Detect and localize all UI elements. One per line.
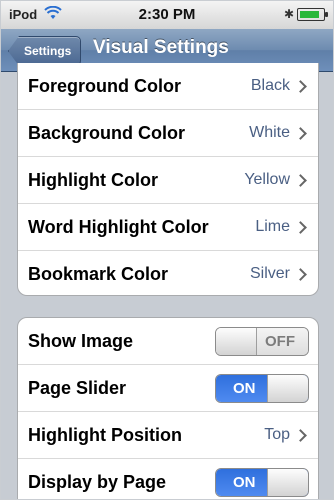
row-value: Silver bbox=[249, 265, 290, 282]
row-value: Lime bbox=[255, 218, 290, 235]
show-image-toggle[interactable]: OFF bbox=[215, 326, 309, 356]
battery-icon bbox=[297, 8, 328, 21]
chevron-right-icon bbox=[294, 220, 307, 234]
row-label: Word Highlight Color bbox=[28, 216, 209, 237]
row-label: Foreground Color bbox=[28, 75, 181, 96]
display-by-page-toggle[interactable]: ON bbox=[215, 467, 309, 497]
row-label: Highlight Position bbox=[28, 424, 182, 445]
back-button[interactable]: Settings bbox=[8, 36, 82, 66]
row-label: Display by Page bbox=[28, 471, 167, 492]
row-label: Highlight Color bbox=[28, 169, 158, 190]
app-screen: iPod 2:30 PM ✱ Settings Visual Settings … bbox=[0, 0, 334, 500]
chevron-right-icon bbox=[294, 173, 307, 187]
background-color-row[interactable]: Background Color White bbox=[18, 110, 318, 157]
row-value: Yellow bbox=[244, 171, 290, 188]
chevron-right-icon bbox=[294, 428, 307, 442]
page-slider-row: Page Slider ON bbox=[18, 365, 318, 412]
chevron-right-icon bbox=[294, 126, 307, 140]
page-title: Visual Settings bbox=[93, 37, 229, 58]
display-by-page-row: Display by Page ON bbox=[18, 459, 318, 499]
row-value: Black bbox=[250, 77, 290, 94]
word-highlight-color-row[interactable]: Word Highlight Color Lime bbox=[18, 204, 318, 251]
page-slider-toggle[interactable]: ON bbox=[215, 373, 309, 403]
foreground-color-row[interactable]: Foreground Color Black bbox=[18, 63, 318, 110]
highlight-color-row[interactable]: Highlight Color Yellow bbox=[18, 157, 318, 204]
bluetooth-icon: ✱ bbox=[284, 7, 295, 21]
status-bar: iPod 2:30 PM ✱ bbox=[1, 1, 333, 30]
row-label: Bookmark Color bbox=[28, 263, 169, 284]
row-label: Background Color bbox=[28, 122, 186, 143]
row-label: Show Image bbox=[28, 330, 134, 351]
chevron-right-icon bbox=[294, 267, 307, 281]
toggle-knob[interactable] bbox=[216, 327, 257, 355]
toggle-knob[interactable] bbox=[267, 468, 308, 496]
toggle-state: ON bbox=[233, 379, 256, 397]
color-settings-group: Foreground Color Black Background Color … bbox=[17, 63, 319, 296]
row-label: Page Slider bbox=[28, 377, 127, 398]
toggle-state: ON bbox=[233, 473, 256, 491]
chevron-right-icon bbox=[294, 79, 307, 93]
display-options-group: Show Image OFF Page Slider ON Highlight … bbox=[17, 317, 319, 499]
toggle-state: OFF bbox=[265, 332, 295, 350]
highlight-position-row[interactable]: Highlight Position Top bbox=[18, 412, 318, 459]
toggle-knob[interactable] bbox=[267, 374, 308, 402]
show-image-row: Show Image OFF bbox=[18, 318, 318, 365]
bookmark-color-row[interactable]: Bookmark Color Silver bbox=[18, 251, 318, 295]
row-value: Top bbox=[264, 426, 290, 443]
row-value: White bbox=[249, 124, 290, 141]
